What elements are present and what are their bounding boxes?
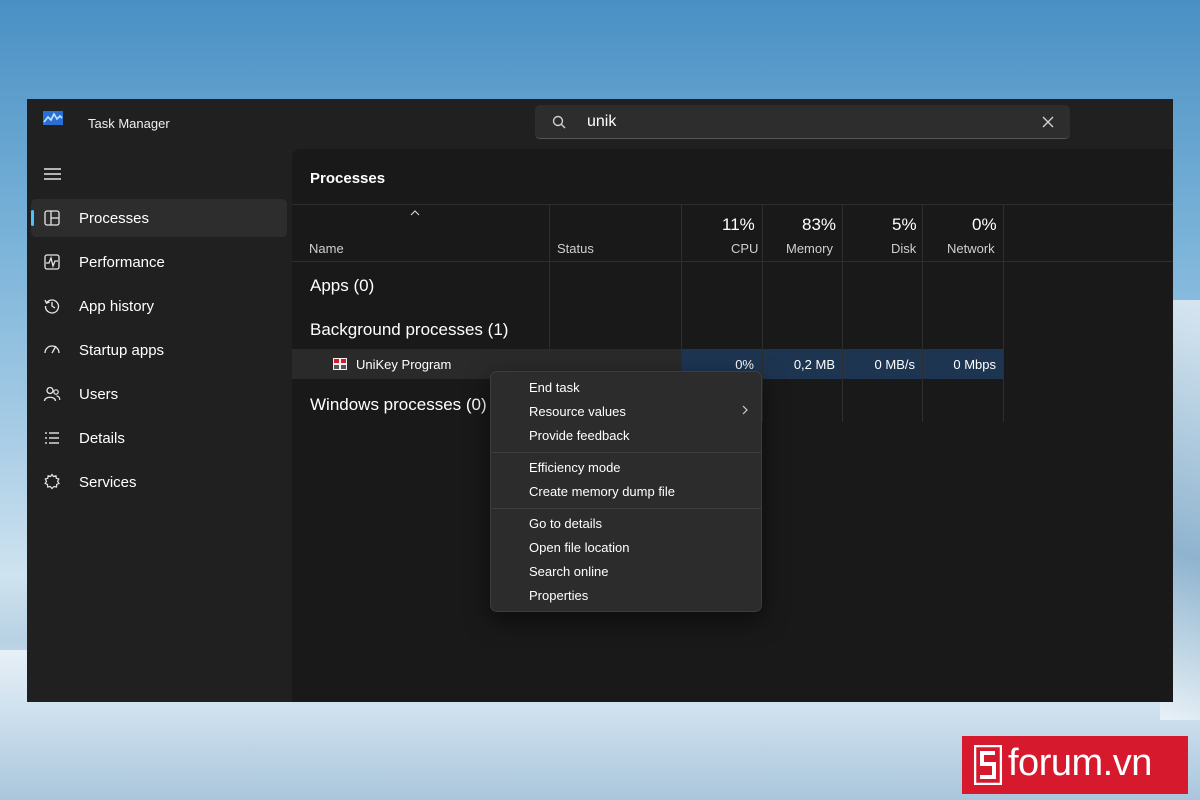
sforum-s-logo-icon bbox=[974, 745, 1002, 785]
task-manager-logo-icon bbox=[43, 111, 63, 125]
menu-item-resource-values[interactable]: Resource values bbox=[529, 404, 626, 419]
menu-item-go-to-details[interactable]: Go to details bbox=[529, 516, 602, 531]
menu-item-end-task[interactable]: End task bbox=[529, 380, 580, 395]
cpu-total-percent[interactable]: 11% bbox=[722, 215, 755, 235]
menu-item-efficiency-mode[interactable]: Efficiency mode bbox=[529, 460, 621, 475]
title-bar: Task Manager bbox=[27, 99, 1173, 149]
column-divider bbox=[1003, 205, 1004, 422]
startup-icon bbox=[44, 345, 60, 354]
process-cpu: 0% bbox=[735, 357, 754, 372]
unikey-app-icon bbox=[333, 358, 347, 370]
process-network: 0 Mbps bbox=[953, 357, 996, 372]
divider bbox=[292, 261, 1173, 262]
column-header-network[interactable]: Network bbox=[947, 241, 995, 256]
column-header-name[interactable]: Name bbox=[309, 241, 344, 256]
search-input[interactable] bbox=[587, 111, 1007, 133]
sidebar-item-performance[interactable]: Performance bbox=[31, 243, 287, 281]
group-background-processes: Background processes (1) bbox=[310, 320, 509, 339]
disk-total-percent[interactable]: 5% bbox=[892, 215, 917, 235]
sidebar-item-app-history[interactable]: App history bbox=[31, 287, 287, 325]
active-indicator bbox=[31, 210, 34, 226]
process-disk: 0 MB/s bbox=[874, 357, 915, 372]
sidebar-item-label: Performance bbox=[79, 254, 165, 271]
menu-separator bbox=[492, 452, 762, 453]
processes-icon bbox=[44, 210, 60, 226]
sidebar-item-label: Processes bbox=[79, 210, 150, 227]
chevron-right-icon bbox=[742, 405, 748, 415]
column-header-memory[interactable]: Memory bbox=[786, 241, 833, 256]
column-divider bbox=[842, 205, 843, 422]
menu-separator bbox=[492, 508, 762, 509]
page-title: Processes bbox=[310, 170, 386, 187]
sidebar-item-label: Details bbox=[79, 430, 125, 447]
sidebar-item-details[interactable]: Details bbox=[31, 419, 287, 457]
hamburger-menu-icon[interactable] bbox=[43, 166, 63, 182]
sforum-watermark: forum.vn bbox=[962, 736, 1188, 794]
process-memory: 0,2 MB bbox=[793, 357, 835, 372]
sidebar-item-startup-apps[interactable]: Startup apps bbox=[31, 331, 287, 369]
menu-item-provide-feedback[interactable]: Provide feedback bbox=[529, 428, 629, 443]
sidebar-item-label: App history bbox=[79, 298, 155, 315]
details-icon bbox=[45, 432, 59, 444]
clear-search-icon[interactable] bbox=[1040, 114, 1056, 130]
services-icon bbox=[44, 473, 60, 490]
group-apps: Apps (0) bbox=[310, 276, 375, 295]
sidebar-item-processes[interactable]: Processes bbox=[31, 199, 287, 237]
sort-ascending-icon[interactable] bbox=[409, 209, 421, 217]
search-box[interactable] bbox=[535, 105, 1070, 139]
sidebar-item-services[interactable]: Services bbox=[31, 463, 287, 501]
menu-item-search-online[interactable]: Search online bbox=[529, 564, 609, 579]
column-divider bbox=[922, 205, 923, 422]
sidebar-item-label: Startup apps bbox=[79, 342, 165, 359]
app-title: Task Manager bbox=[88, 116, 170, 131]
column-header-status[interactable]: Status bbox=[557, 241, 594, 256]
column-divider bbox=[762, 205, 763, 422]
users-icon bbox=[43, 386, 61, 402]
menu-item-properties[interactable]: Properties bbox=[529, 588, 588, 603]
search-icon bbox=[552, 115, 566, 129]
sidebar-item-label: Users bbox=[79, 386, 119, 403]
column-header-cpu[interactable]: CPU bbox=[731, 241, 758, 256]
column-header-disk[interactable]: Disk bbox=[891, 241, 916, 256]
sidebar-item-users[interactable]: Users bbox=[31, 375, 287, 413]
context-menu: End task Resource values Provide feedbac… bbox=[490, 371, 762, 612]
menu-item-open-file-location[interactable]: Open file location bbox=[529, 540, 629, 555]
sidebar-item-label: Services bbox=[79, 474, 137, 491]
menu-item-create-memory-dump[interactable]: Create memory dump file bbox=[529, 484, 675, 499]
memory-total-percent[interactable]: 83% bbox=[802, 215, 836, 235]
watermark-text: forum.vn bbox=[1008, 742, 1152, 784]
sidebar: Processes Performance App history Startu… bbox=[27, 149, 292, 702]
divider bbox=[292, 204, 1173, 205]
process-name: UniKey Program bbox=[356, 357, 452, 372]
network-total-percent[interactable]: 0% bbox=[972, 215, 997, 235]
history-icon bbox=[44, 299, 60, 314]
performance-icon bbox=[44, 254, 60, 270]
group-windows-processes: Windows processes (0) bbox=[310, 395, 487, 414]
task-manager-window: Task Manager Proc bbox=[27, 99, 1173, 702]
